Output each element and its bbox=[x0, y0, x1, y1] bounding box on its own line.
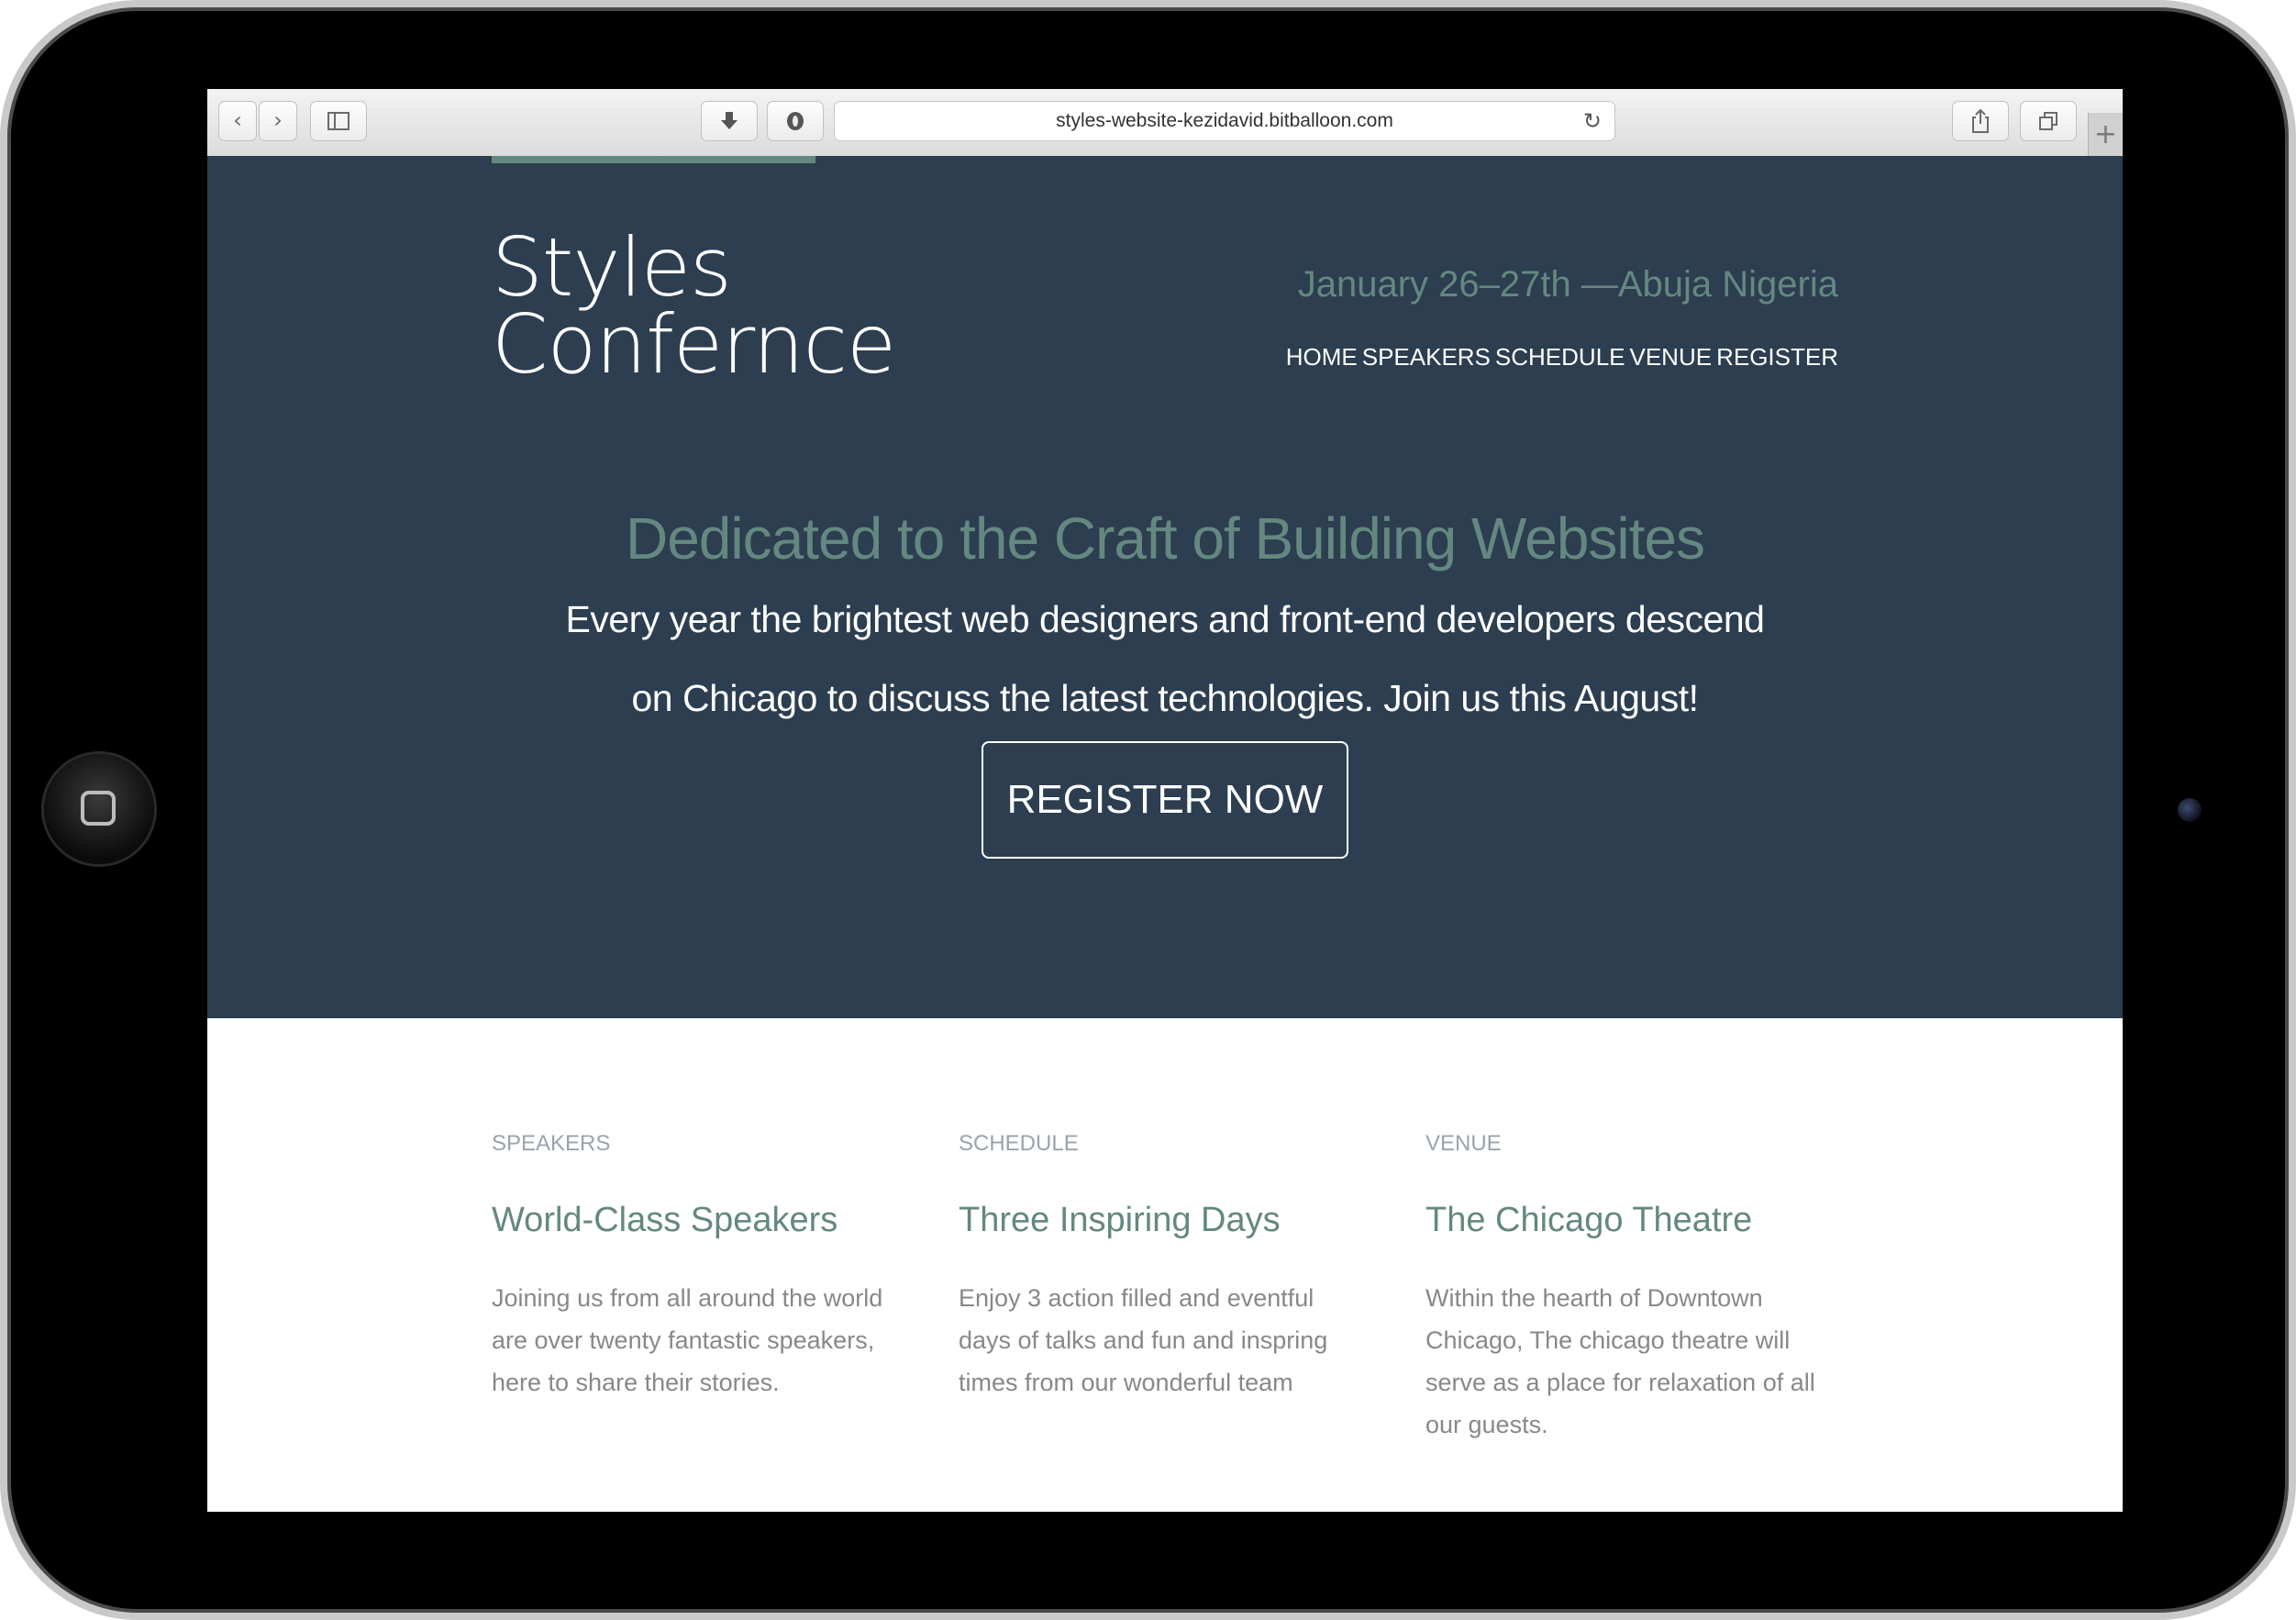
teaser-body: Within the hearth of Downtown Chicago, T… bbox=[1425, 1284, 1815, 1438]
sidebar-icon[interactable] bbox=[310, 101, 367, 141]
shield-icon[interactable] bbox=[767, 101, 824, 141]
screen-bottom-edge bbox=[207, 1512, 2123, 1515]
reload-icon[interactable]: ↻ bbox=[1583, 102, 1602, 140]
teaser-eyebrow: VENUE bbox=[1425, 1131, 1502, 1156]
site-logo[interactable]: Styles Confernce bbox=[492, 220, 896, 392]
logo-line-2: Confernce bbox=[492, 297, 896, 392]
teaser-title[interactable]: World-Class Speakers bbox=[492, 1200, 904, 1240]
share-icon[interactable] bbox=[1952, 101, 2009, 141]
nav-schedule[interactable]: SCHEDULE bbox=[1495, 343, 1625, 372]
teaser-title[interactable]: The Chicago Theatre bbox=[1425, 1200, 1838, 1240]
home-square-icon bbox=[81, 791, 116, 826]
plus-icon[interactable]: + bbox=[2088, 113, 2123, 156]
register-now-button[interactable]: REGISTER NOW bbox=[982, 741, 1348, 859]
teaser-body: Joining us from all around the world are… bbox=[492, 1284, 883, 1396]
hero-accent-bar bbox=[492, 156, 815, 163]
teasers: SPEAKERS World-Class Speakers Joining us… bbox=[492, 1130, 1838, 1446]
nav-speakers[interactable]: SPEAKERS bbox=[1362, 343, 1491, 372]
teaser-venue: VENUE The Chicago Theatre Within the hea… bbox=[1425, 1130, 1838, 1446]
hero-text: Every year the brightest web designers a… bbox=[565, 598, 1765, 719]
tabs-icon[interactable] bbox=[2020, 101, 2077, 141]
hero-section: Styles Confernce January 26–27th —Abuja … bbox=[207, 156, 2123, 1018]
address-bar[interactable]: styles-website-kezidavid.bitballoon.com … bbox=[834, 101, 1615, 141]
teaser-eyebrow: SCHEDULE bbox=[959, 1131, 1079, 1156]
front-camera bbox=[2178, 798, 2202, 822]
teaser-schedule: SCHEDULE Three Inspiring Days Enjoy 3 ac… bbox=[959, 1130, 1371, 1446]
teaser-speakers: SPEAKERS World-Class Speakers Joining us… bbox=[492, 1130, 904, 1446]
nav-register[interactable]: REGISTER bbox=[1716, 343, 1838, 372]
event-date-location: January 26–27th —Abuja Nigeria bbox=[1297, 264, 1838, 305]
url-text: styles-website-kezidavid.bitballoon.com bbox=[1056, 110, 1393, 131]
teaser-title[interactable]: Three Inspiring Days bbox=[959, 1200, 1371, 1240]
nav-home[interactable]: HOME bbox=[1286, 343, 1358, 372]
chevron-left-icon[interactable]: ‹ bbox=[218, 101, 257, 141]
hero-heading: Dedicated to the Craft of Building Websi… bbox=[625, 505, 1705, 571]
home-button[interactable] bbox=[44, 754, 154, 864]
teaser-body: Enjoy 3 action filled and eventful days … bbox=[959, 1284, 1328, 1396]
screen: ‹ › styles-website-kezidavid.bitballoon.… bbox=[207, 89, 2123, 1515]
chevron-right-icon[interactable]: › bbox=[259, 101, 297, 141]
primary-nav: HOME SPEAKERS SCHEDULE VENUE REGISTER bbox=[1286, 343, 1838, 372]
download-icon[interactable] bbox=[701, 101, 758, 141]
browser-toolbar: ‹ › styles-website-kezidavid.bitballoon.… bbox=[207, 89, 2123, 157]
teaser-eyebrow: SPEAKERS bbox=[492, 1131, 611, 1156]
logo-line-1: Styles bbox=[492, 220, 732, 315]
nav-venue[interactable]: VENUE bbox=[1630, 343, 1713, 372]
